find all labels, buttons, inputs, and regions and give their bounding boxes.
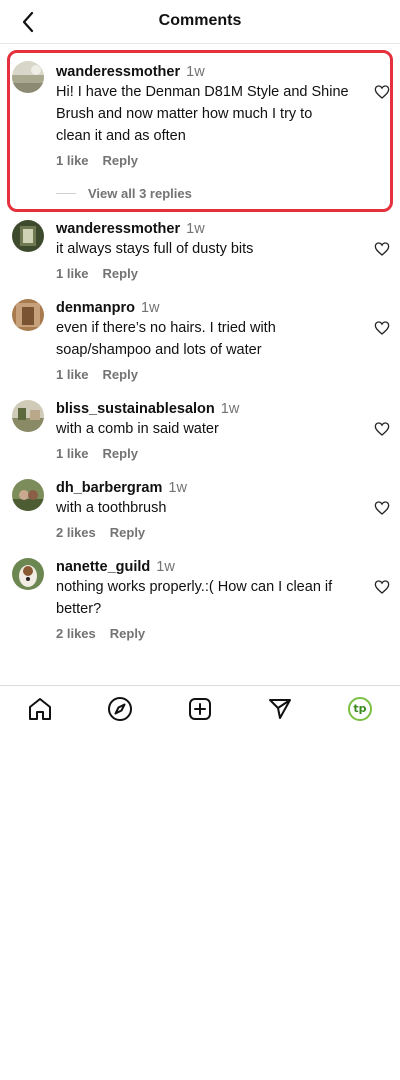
page-title: Comments (158, 12, 242, 29)
heart-icon[interactable] (374, 500, 390, 516)
comment-item: dh_barbergram 1w with a toothbrush 2 lik… (0, 479, 400, 558)
heart-icon[interactable] (374, 320, 390, 336)
comment-username[interactable]: wanderessmother (56, 64, 180, 80)
direct-send-icon (269, 698, 291, 719)
header: Comments (0, 0, 400, 44)
comment-username[interactable]: wanderessmother (56, 221, 180, 237)
view-replies-label: View all 3 replies (88, 186, 192, 201)
heart-icon[interactable] (374, 421, 390, 437)
comment-item: denmanpro 1w even if there’s no hairs. I… (0, 299, 400, 400)
comment-text: with a comb in said water (56, 421, 219, 437)
comment-time: 1w (168, 480, 187, 496)
like-count[interactable]: 1 like (56, 153, 89, 168)
comment-username[interactable]: dh_barbergram (56, 480, 162, 496)
comment-username[interactable]: denmanpro (56, 300, 135, 316)
avatar[interactable] (12, 479, 44, 511)
comment-time: 1w (156, 559, 175, 575)
like-count[interactable]: 2 likes (56, 525, 96, 540)
like-count[interactable]: 1 like (56, 367, 89, 382)
comment-actions: 1 like Reply (56, 446, 350, 461)
avatar[interactable] (12, 220, 44, 252)
heart-icon[interactable] (374, 579, 390, 595)
comment-text: Hi! I have the Denman D81M Style and Shi… (56, 84, 349, 144)
comments-screen: Comments wanderessmother 1w Hi! I have t… (0, 0, 400, 1080)
explore-compass-icon (108, 696, 132, 721)
comment-item: nanette_guild 1w nothing works properly.… (0, 558, 400, 659)
profile-avatar: tp (348, 696, 372, 721)
comment-time: 1w (186, 221, 205, 237)
comment-username[interactable]: bliss_sustainablesalon (56, 401, 215, 417)
like-count[interactable]: 2 likes (56, 626, 96, 641)
comment-item: bliss_sustainablesalon 1w with a comb in… (0, 400, 400, 479)
heart-icon[interactable] (374, 241, 390, 257)
like-count[interactable]: 1 like (56, 266, 89, 281)
nav-profile-button[interactable]: tp (345, 694, 375, 724)
comment-text: nothing works properly.:( How can I clea… (56, 579, 333, 617)
like-count[interactable]: 1 like (56, 446, 89, 461)
comment-actions: 1 like Reply (56, 266, 350, 281)
reply-button[interactable]: Reply (103, 266, 138, 281)
comment-time: 1w (220, 401, 240, 417)
reply-button[interactable]: Reply (110, 525, 145, 540)
heart-icon[interactable] (374, 84, 390, 100)
comment-list: wanderessmother 1w Hi! I have the Denman… (0, 50, 400, 659)
comment-actions: 1 like Reply (56, 153, 350, 168)
comment-text: with a toothbrush (56, 500, 167, 516)
reply-button[interactable]: Reply (103, 153, 138, 168)
comment-text: even if there’s no hairs. I tried with s… (56, 320, 276, 358)
comment-item: wanderessmother 1w Hi! I have the Denman… (7, 50, 393, 212)
comment-text: it always stays full of dusty bits (56, 241, 254, 257)
nav-direct-button[interactable] (265, 694, 295, 724)
nav-explore-button[interactable] (105, 694, 135, 724)
reply-button[interactable]: Reply (103, 367, 138, 382)
home-icon (29, 697, 51, 720)
replies-divider (56, 193, 76, 194)
nav-create-button[interactable] (185, 694, 215, 724)
comment-time: 1w (186, 64, 205, 80)
avatar[interactable] (12, 400, 44, 432)
view-replies-button[interactable]: View all 3 replies (56, 186, 350, 201)
avatar[interactable] (12, 61, 44, 93)
bottom-nav: tp (0, 685, 400, 731)
create-plus-icon (189, 697, 211, 720)
reply-button[interactable]: Reply (110, 626, 145, 641)
avatar[interactable] (12, 558, 44, 590)
comment-actions: 2 likes Reply (56, 525, 350, 540)
nav-home-button[interactable] (25, 694, 55, 724)
comment-item: wanderessmother 1w it always stays full … (0, 220, 400, 299)
comment-username[interactable]: nanette_guild (56, 559, 150, 575)
comment-actions: 1 like Reply (56, 367, 350, 382)
reply-button[interactable]: Reply (103, 446, 138, 461)
avatar[interactable] (12, 299, 44, 331)
comment-time: 1w (140, 300, 160, 316)
comment-actions: 2 likes Reply (56, 626, 350, 641)
